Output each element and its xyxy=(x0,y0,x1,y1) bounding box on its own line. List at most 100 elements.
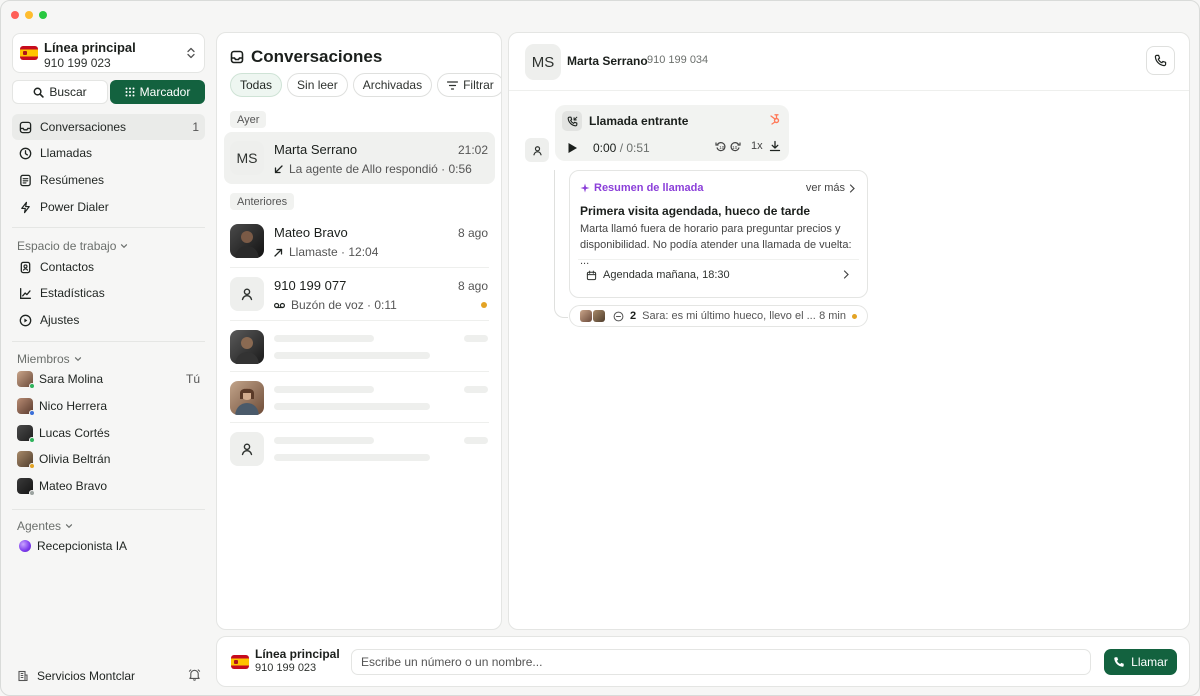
app-window: Línea principal 910 199 023 Buscar Marca… xyxy=(0,0,1200,696)
search-button-label: Buscar xyxy=(49,85,87,99)
avatar xyxy=(17,398,35,416)
summary-label: Resumen de llamada xyxy=(580,182,703,194)
call-button[interactable]: Llamar xyxy=(1104,649,1177,675)
filter-archivadas[interactable]: Archivadas xyxy=(352,73,433,97)
dial-input[interactable] xyxy=(351,649,1091,675)
arrow-outgoing-icon xyxy=(274,248,283,257)
phone-icon xyxy=(1154,54,1167,67)
dialer-button[interactable]: Marcador xyxy=(110,80,205,104)
sidebar-item-ajustes[interactable]: Ajustes xyxy=(12,307,205,333)
contact-name: Mateo Bravo xyxy=(274,225,348,240)
total-time: / 0:51 xyxy=(619,141,650,155)
forward-10-icon[interactable]: 10 xyxy=(729,140,741,152)
sidebar-item-label: Llamadas xyxy=(40,146,93,160)
conversations-panel: Conversaciones Todas Sin leer Archivadas… xyxy=(216,32,502,630)
unread-count: 1 xyxy=(192,120,199,134)
member-nico-herrera[interactable]: Nico Herrera xyxy=(17,396,205,416)
member-mateo-bravo[interactable]: Mateo Bravo xyxy=(17,476,205,496)
see-more-text: ver más xyxy=(805,182,845,194)
filter-todas[interactable]: Todas xyxy=(230,73,283,97)
search-button[interactable]: Buscar xyxy=(12,80,108,104)
sidebar-item-conversaciones[interactable]: Conversaciones 1 xyxy=(12,114,205,140)
comment-thread-pill[interactable]: 2 Sara: es mi último hueco, llevo el ...… xyxy=(569,305,868,327)
playback-speed-button[interactable]: 1x xyxy=(751,140,763,152)
contact-book-icon xyxy=(19,261,32,274)
minimize-window-button[interactable] xyxy=(25,11,33,19)
chevron-right-icon xyxy=(843,270,849,279)
comment-icon xyxy=(613,311,624,322)
status-dot xyxy=(29,490,35,496)
avatar xyxy=(230,432,264,466)
spain-flag-icon xyxy=(20,46,38,60)
call-contact-button[interactable] xyxy=(1146,46,1175,75)
call-button-label: Llamar xyxy=(1131,655,1168,669)
skeleton-line xyxy=(464,335,488,342)
sidebar-item-label: Estadísticas xyxy=(40,286,105,300)
filter-button[interactable]: Filtrar xyxy=(437,73,501,97)
download-icon[interactable] xyxy=(769,140,781,152)
document-list-icon xyxy=(19,174,32,187)
filter-button-label: Filtrar xyxy=(463,78,494,92)
close-window-button[interactable] xyxy=(11,11,19,19)
avatar xyxy=(17,425,35,443)
dialer-bar: Línea principal 910 199 023 Llamar xyxy=(216,636,1190,687)
avatar xyxy=(17,371,35,389)
line-name[interactable]: Línea principal xyxy=(255,647,340,661)
conversation-item-loading xyxy=(224,372,495,424)
agent-name: Recepcionista IA xyxy=(37,539,128,553)
appointment-item[interactable]: Agendada mañana, 18:30 xyxy=(578,259,859,290)
person-icon xyxy=(240,287,254,301)
agents-section-toggle[interactable]: Agentes xyxy=(17,519,73,533)
sidebar-item-llamadas[interactable]: Llamadas xyxy=(12,140,205,166)
sidebar-item-label: Power Dialer xyxy=(40,200,109,214)
member-olivia-beltran[interactable]: Olivia Beltrán xyxy=(17,449,205,469)
workspace-section-toggle[interactable]: Espacio de trabajo xyxy=(17,239,128,253)
unread-dot xyxy=(852,314,857,319)
member-name: Mateo Bravo xyxy=(39,479,108,493)
call-summary-card: Resumen de llamada ver más Primera visit… xyxy=(569,170,868,298)
filter-chips: Todas Sin leer Archivadas Filtrar xyxy=(230,73,501,97)
conversation-item-marta-serrano[interactable]: MS Marta Serrano 21:02 La agente de Allo… xyxy=(224,132,495,184)
status-dot xyxy=(29,383,35,389)
rewind-10-icon[interactable]: 10 xyxy=(715,140,727,152)
conversation-item-mateo-bravo[interactable]: Mateo Bravo 8 ago Llamaste · 12:04 xyxy=(224,215,495,267)
sidebar-item-label: Ajustes xyxy=(40,313,80,327)
agents-heading: Agentes xyxy=(17,519,62,533)
contact-name: 910 199 077 xyxy=(274,278,347,293)
workspace-footer[interactable]: Servicios Montclar xyxy=(17,669,205,683)
sidebar: Línea principal 910 199 023 Buscar Marca… xyxy=(1,23,215,695)
status-dot xyxy=(29,437,35,443)
bolt-icon xyxy=(19,201,32,214)
hubspot-icon[interactable] xyxy=(769,113,781,125)
see-more-link[interactable]: ver más xyxy=(806,182,855,194)
sidebar-item-power-dialer[interactable]: Power Dialer xyxy=(12,194,205,220)
sparkle-icon xyxy=(580,183,590,193)
subtitle-text: Buzón de voz · 0:11 xyxy=(291,298,397,312)
zoom-window-button[interactable] xyxy=(39,11,47,19)
member-name: Lucas Cortés xyxy=(39,426,110,440)
subtitle-text: La agente de Allo respondió · 0:56 xyxy=(289,162,472,176)
sidebar-item-resumenes[interactable]: Resúmenes xyxy=(12,167,205,193)
notification-bell-icon[interactable] xyxy=(188,668,201,681)
line-selector[interactable]: Línea principal 910 199 023 xyxy=(12,33,205,73)
member-sara-molina[interactable]: Sara Molina Tú xyxy=(17,369,205,389)
play-button[interactable] xyxy=(567,142,578,154)
page-title: Conversaciones xyxy=(230,47,382,67)
search-icon xyxy=(33,87,45,98)
sidebar-item-contactos[interactable]: Contactos xyxy=(12,254,205,280)
comment-time: 8 min xyxy=(819,310,846,322)
chevron-down-icon xyxy=(65,522,73,530)
person-icon xyxy=(240,442,254,456)
sidebar-item-label: Conversaciones xyxy=(40,120,127,134)
avatar xyxy=(230,277,264,311)
timestamp: 21:02 xyxy=(457,143,488,157)
member-lucas-cortes[interactable]: Lucas Cortés xyxy=(17,423,205,443)
sidebar-item-label: Resúmenes xyxy=(40,173,105,187)
agent-recepcionista-ia[interactable]: Recepcionista IA xyxy=(17,536,205,556)
arrow-incoming-icon xyxy=(274,164,283,174)
filter-sin-leer[interactable]: Sin leer xyxy=(287,73,348,97)
conversation-item-910-199-077[interactable]: 910 199 077 8 ago Buzón de voz · 0:11 xyxy=(224,268,495,320)
sidebar-item-estadisticas[interactable]: Estadísticas xyxy=(12,280,205,306)
sidebar-item-label: Contactos xyxy=(40,260,95,274)
members-section-toggle[interactable]: Miembros xyxy=(17,352,82,366)
